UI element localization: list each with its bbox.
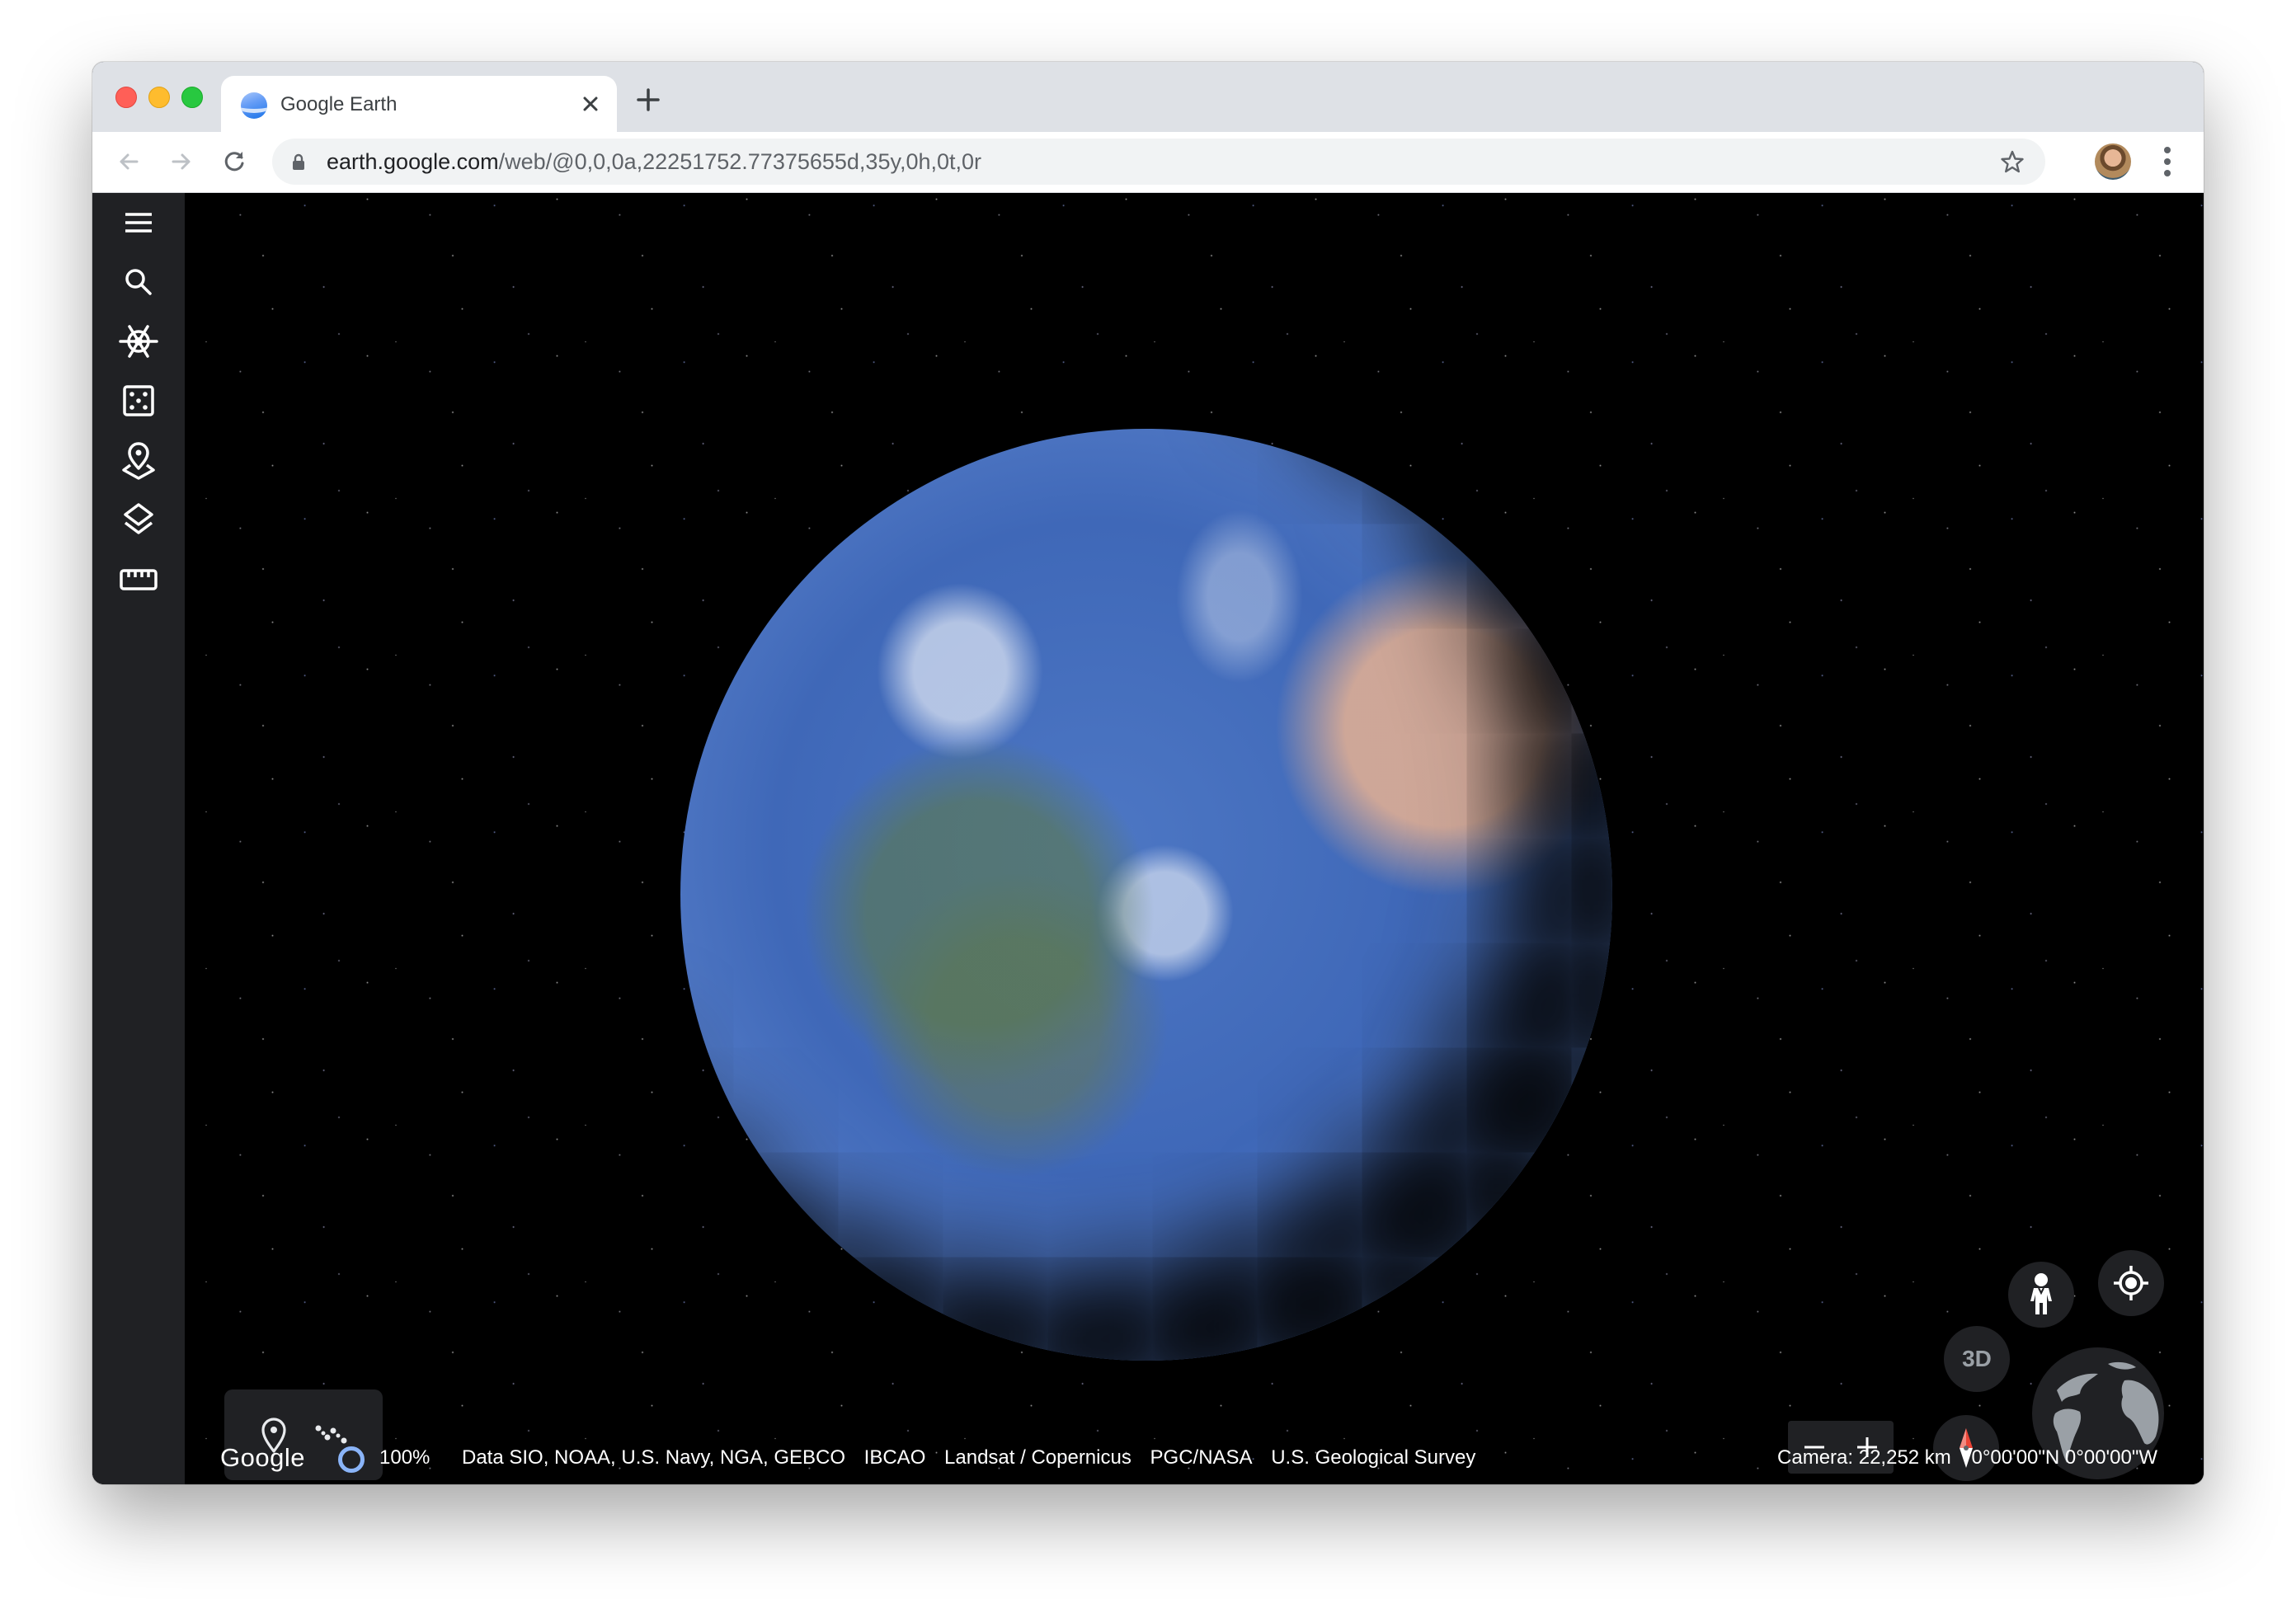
camera-altitude: Camera: 22,252 km <box>1777 1446 1951 1469</box>
star-icon[interactable] <box>1999 148 2025 175</box>
reload-icon <box>224 152 244 172</box>
new-tab-button[interactable] <box>632 83 665 116</box>
forward-button[interactable] <box>163 143 200 180</box>
browser-toolbar: earth.google.com/web/@0,0,0a,22251752.77… <box>92 132 2204 193</box>
sidebar-item-feeling-lucky[interactable] <box>115 378 162 424</box>
attribution-item: Data SIO, NOAA, U.S. Navy, NGA, GEBCO <box>462 1446 845 1469</box>
plus-icon <box>637 88 660 111</box>
url-path: /web/@0,0,0a,22251752.77375655d,35y,0h,0… <box>498 149 982 174</box>
dice-icon <box>123 385 154 416</box>
url-text[interactable]: earth.google.com/web/@0,0,0a,22251752.77… <box>327 139 981 185</box>
ship-wheel-icon <box>119 325 158 358</box>
tab-title: Google Earth <box>280 93 398 115</box>
attribution-item: U.S. Geological Survey <box>1271 1446 1476 1469</box>
tab-close-button[interactable] <box>576 89 605 119</box>
avatar[interactable] <box>2095 143 2131 180</box>
google-earth-favicon-icon <box>241 92 267 119</box>
address-bar[interactable]: earth.google.com/web/@0,0,0a,22251752.77… <box>272 139 2045 185</box>
close-icon <box>583 96 598 111</box>
sidebar-item-voyager[interactable] <box>115 318 162 364</box>
window-minimize-button[interactable] <box>148 87 170 108</box>
sidebar-item-search[interactable] <box>115 259 162 305</box>
browser-window: Google Earth earth.google.com/web/@0,0,0… <box>92 62 2204 1484</box>
toggle-3d-button[interactable]: 3D <box>1944 1326 2010 1392</box>
loading-percent: 100% <box>379 1446 430 1469</box>
back-button[interactable] <box>111 143 147 180</box>
kebab-menu-icon[interactable] <box>2151 143 2184 180</box>
sidebar-item-projects[interactable] <box>115 437 162 483</box>
url-host: earth.google.com <box>327 149 499 174</box>
tab-google-earth[interactable]: Google Earth <box>221 76 617 132</box>
attribution-item: PGC/NASA <box>1150 1446 1253 1469</box>
sidebar <box>92 193 185 1484</box>
tab-strip: Google Earth <box>92 62 2204 132</box>
search-icon <box>125 269 152 295</box>
data-attributions[interactable]: Data SIO, NOAA, U.S. Navy, NGA, GEBCO IB… <box>462 1446 1489 1469</box>
my-location-button[interactable] <box>2098 1250 2164 1316</box>
earth-viewport[interactable]: 3D Google 100% Data SIO, NOAA, U.S. Navy… <box>92 193 2204 1484</box>
loading-progress-ring-icon <box>338 1446 365 1473</box>
camera-coordinates: 0°00'00"N 0°00'00"W <box>1971 1446 2157 1469</box>
arrow-left-icon <box>120 153 139 170</box>
sidebar-item-menu[interactable] <box>115 200 162 246</box>
window-close-button[interactable] <box>115 87 137 108</box>
layers-icon <box>124 503 153 534</box>
arrow-right-icon <box>172 153 191 170</box>
pegman-icon <box>2030 1273 2052 1314</box>
reload-button[interactable] <box>216 143 252 180</box>
sidebar-item-measure[interactable] <box>115 556 162 602</box>
attribution-item: Landsat / Copernicus <box>944 1446 1132 1469</box>
window-zoom-button[interactable] <box>181 87 203 108</box>
street-view-pegman-button[interactable] <box>2008 1262 2074 1328</box>
ruler-icon <box>120 569 158 590</box>
hamburger-menu-icon <box>125 213 152 233</box>
google-logo: Google <box>220 1443 305 1472</box>
camera-readout: Camera: 22,252 km 0°00'00"N 0°00'00"W <box>1777 1446 2157 1469</box>
my-location-icon <box>2114 1266 2148 1300</box>
sidebar-item-map-style[interactable] <box>115 496 162 543</box>
footer-bar: Google 100% Data SIO, NOAA, U.S. Navy, N… <box>92 1435 2204 1484</box>
earth-globe[interactable] <box>680 429 1612 1361</box>
map-pin-layers-icon <box>122 442 155 480</box>
attribution-item: IBCAO <box>863 1446 926 1469</box>
lock-icon <box>293 153 304 170</box>
